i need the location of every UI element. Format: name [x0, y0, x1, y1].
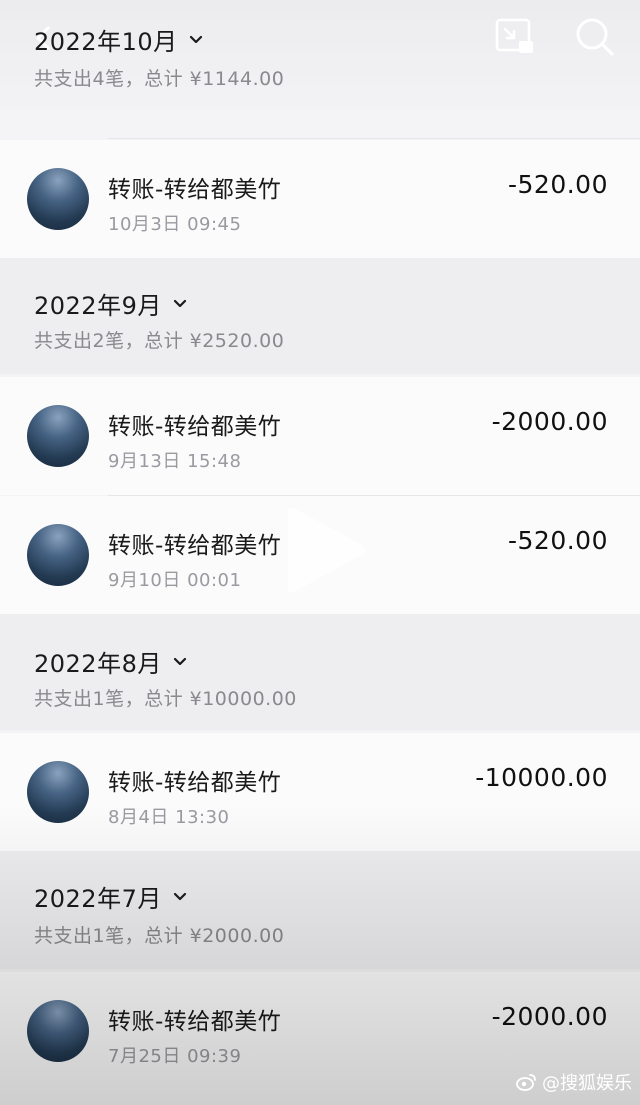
weibo-icon	[516, 1074, 536, 1091]
transaction-amount: -2000.00	[491, 407, 608, 436]
month-label: 2022年10月	[34, 28, 178, 56]
month-label: 2022年7月	[34, 885, 162, 913]
avatar	[27, 168, 89, 230]
transaction-amount: -520.00	[508, 526, 608, 555]
bill-page: 2022年10月 共支出4笔，总计 ¥1144.00 转账-转给都美竹 10月3…	[0, 0, 640, 1105]
chevron-down-icon	[173, 657, 186, 665]
section-header-sep: 2022年9月 共支出2笔，总计 ¥2520.00	[0, 258, 640, 374]
transaction-title: 转账-转给都美竹	[108, 1009, 282, 1035]
chevron-down-icon	[173, 299, 186, 307]
transaction-row[interactable]: 转账-转给都美竹 10月3日 09:45 -520.00	[0, 138, 640, 258]
transaction-time: 10月3日 09:45	[108, 214, 242, 235]
transaction-title: 转账-转给都美竹	[108, 414, 282, 440]
month-summary: 共支出1笔，总计 ¥2000.00	[34, 925, 285, 947]
chevron-down-icon	[189, 35, 202, 43]
transaction-time: 7月25日 09:39	[108, 1046, 242, 1067]
transaction-time: 9月10日 00:01	[108, 570, 242, 591]
month-label: 2022年8月	[34, 650, 162, 678]
month-selector-oct[interactable]: 2022年10月	[34, 22, 204, 57]
transaction-amount: -520.00	[508, 170, 608, 199]
watermark: @搜狐娱乐	[516, 1069, 632, 1095]
transaction-time: 9月13日 15:48	[108, 451, 242, 472]
transaction-title: 转账-转给都美竹	[108, 177, 282, 203]
picture-in-picture-icon[interactable]	[492, 14, 538, 60]
transaction-amount: -10000.00	[475, 763, 608, 792]
transaction-title: 转账-转给都美竹	[108, 533, 282, 559]
section-header-aug: 2022年8月 共支出1笔，总计 ¥10000.00	[0, 614, 640, 730]
transaction-row[interactable]: 转账-转给都美竹 8月4日 13:30 -10000.00	[0, 733, 640, 851]
month-label: 2022年9月	[34, 292, 162, 320]
month-summary: 共支出4笔，总计 ¥1144.00	[34, 68, 285, 90]
month-selector-sep[interactable]: 2022年9月	[34, 286, 188, 321]
avatar	[27, 405, 89, 467]
transaction-time: 8月4日 13:30	[108, 807, 230, 828]
search-icon[interactable]	[572, 14, 618, 60]
watermark-text: @搜狐娱乐	[542, 1073, 632, 1094]
transaction-row[interactable]: 转账-转给都美竹 9月13日 15:48 -2000.00	[0, 377, 640, 495]
month-selector-aug[interactable]: 2022年8月	[34, 644, 188, 679]
transaction-title: 转账-转给都美竹	[108, 770, 282, 796]
month-summary: 共支出2笔，总计 ¥2520.00	[34, 330, 285, 352]
play-icon[interactable]	[282, 500, 372, 600]
month-summary: 共支出1笔，总计 ¥10000.00	[34, 688, 297, 710]
month-selector-jul[interactable]: 2022年7月	[34, 879, 188, 914]
chevron-down-icon	[173, 892, 186, 900]
row-divider	[108, 495, 640, 496]
transaction-amount: -2000.00	[491, 1002, 608, 1031]
row-divider	[108, 138, 640, 139]
avatar	[27, 1000, 89, 1062]
section-header-jul: 2022年7月 共支出1笔，总计 ¥2000.00	[0, 851, 640, 969]
top-bar: 2022年10月 共支出4笔，总计 ¥1144.00	[0, 0, 640, 112]
avatar	[27, 524, 89, 586]
avatar	[27, 761, 89, 823]
